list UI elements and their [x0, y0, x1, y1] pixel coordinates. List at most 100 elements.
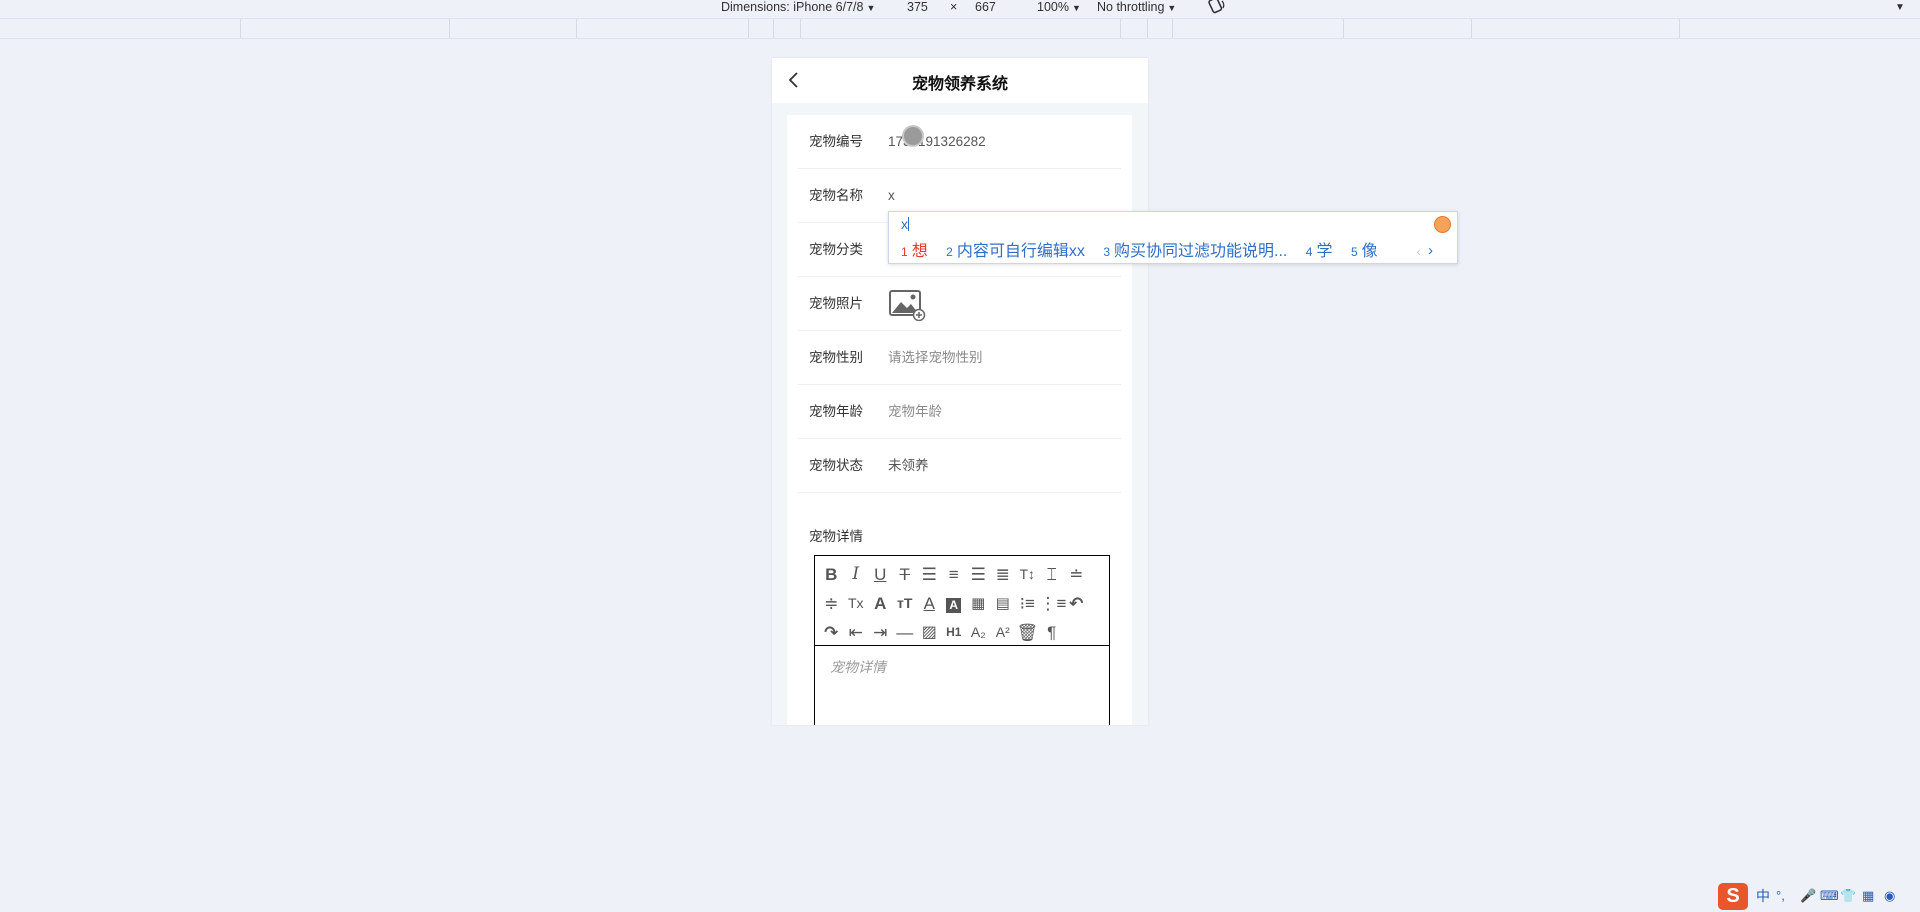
heading-icon[interactable]: H1 — [942, 618, 967, 647]
keyboard-icon[interactable]: ⌨ — [1820, 888, 1839, 904]
pet-form: 宠物编号 1730191326282 宠物名称 x 宠物分类 宠物照片 宠物性别… — [787, 115, 1132, 725]
candidate-text: 像 — [1361, 243, 1378, 260]
subscript-icon[interactable]: A₂ — [966, 618, 991, 647]
redo-icon[interactable]: ↷ — [819, 618, 844, 647]
nav-bar: 宠物领养系统 — [772, 58, 1148, 103]
punctuation-icon[interactable]: °, — [1776, 888, 1785, 904]
chevron-down-icon: ▼ — [1167, 3, 1177, 13]
language-toggle[interactable]: 中 — [1756, 888, 1770, 904]
candidate-text: 购买协同过滤功能说明... — [1114, 243, 1288, 260]
template-icon[interactable]: ▤ — [991, 589, 1016, 618]
clear-format-icon[interactable]: Tx — [844, 589, 869, 618]
toolbox-grid-icon[interactable]: ▦ — [1862, 888, 1874, 904]
candidate-number: 3 — [1103, 245, 1110, 259]
font-color-icon[interactable]: A — [917, 589, 942, 618]
throttling-label: No throttling — [1097, 0, 1165, 14]
candidate-text: 想 — [911, 243, 928, 260]
indent-icon[interactable]: ⇥ — [868, 618, 893, 647]
pet-photo-label: 宠物照片 — [809, 296, 863, 311]
bold-icon[interactable]: B — [819, 560, 844, 589]
ime-candidate[interactable]: 3 购买协同过滤功能说明... — [1103, 237, 1287, 261]
ime-candidate[interactable]: 2 内容可自行编辑xx — [946, 237, 1085, 261]
paragraph-spacing-top-icon[interactable]: ≐ — [1064, 560, 1089, 589]
horizontal-rule-icon[interactable]: — — [893, 618, 918, 647]
date-icon[interactable]: ▦ — [966, 589, 991, 618]
device-dimensions-label: Dimensions: iPhone 6/7/8 — [721, 0, 864, 14]
zoom-label: 100% — [1037, 0, 1069, 14]
chevron-right-icon[interactable]: › — [1428, 242, 1433, 259]
superscript-icon[interactable]: A² — [991, 618, 1016, 647]
editor-toolbar: B I U T ☰ ≡ ☰ ≣ T↕ ⌶ ≐≑ Tx AᴛT A A ▦ ▤ ⁝≡ ⋮≡ ↶↷ ⇤ ⇥ — ▨ H1 A₂ A² 🗑 ¶ — [815, 556, 1109, 646]
ime-candidate-popup: x 1想 2 内容可自行编辑xx 3 购买协同过滤功能说明... 4学 5像 ‹ › — [888, 211, 1458, 264]
line-height-icon[interactable]: ⌶ — [1040, 560, 1065, 589]
ime-candidate[interactable]: 1想 — [901, 237, 928, 261]
page-title: 宠物领养系统 — [911, 76, 1008, 93]
pet-category-label: 宠物分类 — [809, 242, 863, 257]
pet-id-label: 宠物编号 — [809, 134, 863, 149]
text-caret — [908, 217, 909, 231]
candidate-text: 学 — [1316, 243, 1333, 260]
pet-age-label: 宠物年龄 — [809, 404, 863, 419]
trash-icon[interactable]: 🗑 — [1015, 618, 1040, 647]
image-upload-icon[interactable] — [888, 289, 926, 322]
form-row-pet-id: 宠物编号 1730191326282 — [798, 115, 1121, 169]
font-family-icon[interactable]: A — [868, 589, 893, 618]
align-justify-icon[interactable]: ≣ — [991, 560, 1016, 589]
ime-status-tray: S 中 °, 🎤 ⌨ 👕 ▦ ◉ — [1716, 881, 1920, 912]
skin-icon[interactable]: 👕 — [1840, 888, 1856, 904]
candidate-number: 1 — [901, 245, 908, 259]
device-width-input[interactable]: 375 — [907, 0, 928, 14]
pet-detail-label: 宠物详情 — [809, 529, 863, 544]
editor-content-area[interactable]: 宠物详情 — [830, 657, 886, 677]
pet-name-label: 宠物名称 — [809, 188, 863, 203]
ime-input-text: x — [901, 216, 908, 232]
form-row-pet-age: 宠物年龄 宠物年龄 — [798, 385, 1121, 439]
ime-candidate-list: 1想 2 内容可自行编辑xx 3 购买协同过滤功能说明... 4学 5像 — [901, 237, 1392, 261]
pilcrow-icon[interactable]: ¶ — [1040, 618, 1065, 647]
paragraph-spacing-bottom-icon[interactable]: ≑ — [819, 589, 844, 618]
pet-status-value[interactable]: 未领养 — [888, 439, 929, 493]
strikethrough-icon[interactable]: T — [893, 560, 918, 589]
ime-candidate[interactable]: 5像 — [1351, 237, 1378, 261]
media-query-ruler — [0, 18, 1920, 39]
microphone-icon[interactable]: 🎤 — [1800, 888, 1816, 904]
align-left-icon[interactable]: ☰ — [917, 560, 942, 589]
undo-icon[interactable]: ↶ — [1064, 589, 1089, 618]
rich-text-editor: B I U T ☰ ≡ ☰ ≣ T↕ ⌶ ≐≑ Tx AᴛT A A ▦ ▤ ⁝≡ ⋮≡ ↶↷ ⇤ ⇥ — ▨ H1 A₂ A² 🗑 ¶… — [814, 555, 1110, 725]
pet-gender-label: 宠物性别 — [809, 350, 863, 365]
devtools-device-toolbar: Dimensions: iPhone 6/7/8 ▼ 375 × 667 100%… — [0, 0, 1920, 17]
ime-composition-text: x — [901, 216, 909, 232]
candidate-number: 4 — [1305, 245, 1313, 259]
align-center-icon[interactable]: ≡ — [942, 560, 967, 589]
align-right-icon[interactable]: ☰ — [966, 560, 991, 589]
italic-icon[interactable]: I — [844, 560, 869, 589]
candidate-text: 内容可自行编辑xx — [956, 243, 1085, 260]
sogou-logo-icon[interactable]: S — [1718, 883, 1748, 910]
form-row-pet-gender: 宠物性别 请选择宠物性别 — [798, 331, 1121, 385]
device-dimensions-dropdown[interactable]: Dimensions: iPhone 6/7/8 ▼ — [721, 0, 875, 15]
chevron-left-icon[interactable]: ‹ — [1416, 243, 1421, 259]
pet-id-value: 1730191326282 — [888, 134, 986, 149]
ordered-list-icon[interactable]: ⁝≡ — [1015, 589, 1040, 618]
sogou-skin-icon[interactable] — [1434, 216, 1451, 233]
mobile-viewport: 宠物领养系统 宠物编号 1730191326282 宠物名称 x 宠物分类 宠物… — [772, 58, 1148, 725]
more-options-chevron-icon[interactable]: ▼ — [1895, 1, 1905, 15]
throttling-dropdown[interactable]: No throttling ▼ — [1097, 0, 1176, 15]
text-transform-icon[interactable]: ᴛT — [893, 589, 918, 618]
unordered-list-icon[interactable]: ⋮≡ — [1040, 589, 1067, 618]
sogou-assistant-icon[interactable]: ◉ — [1884, 888, 1895, 904]
pet-age-input[interactable]: 宠物年龄 — [888, 385, 942, 439]
insert-image-icon[interactable]: ▨ — [917, 618, 942, 647]
outdent-icon[interactable]: ⇤ — [844, 618, 869, 647]
background-color-icon[interactable]: A — [942, 589, 967, 618]
pet-gender-select[interactable]: 请选择宠物性别 — [888, 331, 983, 385]
underline-icon[interactable]: U — [868, 560, 893, 589]
rotate-device-icon[interactable] — [1207, 0, 1227, 17]
font-size-icon[interactable]: T↕ — [1015, 560, 1040, 589]
touch-cursor — [902, 125, 924, 147]
device-height-input[interactable]: 667 — [975, 0, 996, 14]
form-row-pet-photo: 宠物照片 — [798, 277, 1121, 331]
zoom-dropdown[interactable]: 100% ▼ — [1037, 0, 1081, 15]
form-row-pet-status: 宠物状态 未领养 — [798, 439, 1121, 493]
ime-candidate[interactable]: 4学 — [1306, 237, 1333, 261]
